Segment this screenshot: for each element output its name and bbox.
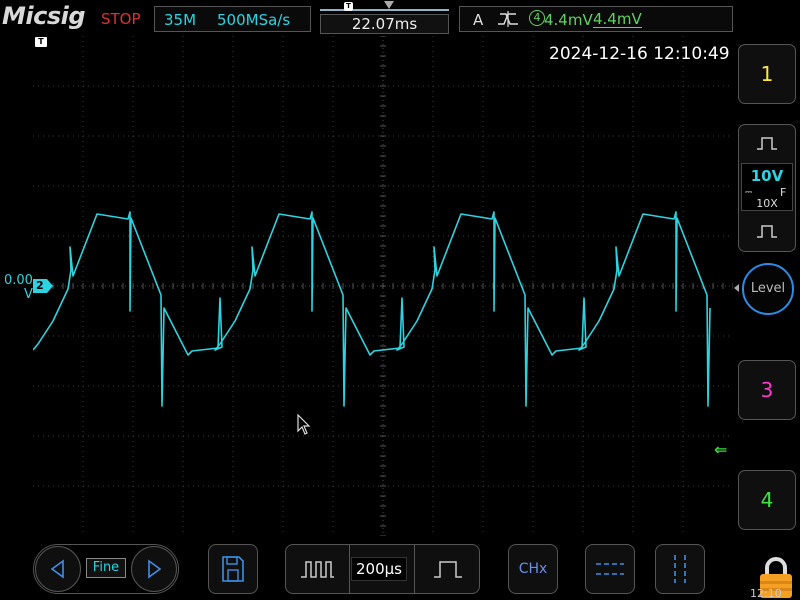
mouse-pointer-icon xyxy=(297,414,311,435)
horizontal-cursor-button[interactable] xyxy=(585,544,635,594)
waveform-trace xyxy=(33,211,711,407)
volts-down-pulse-icon[interactable] xyxy=(755,223,779,239)
trigger-source-channel: 4 xyxy=(529,10,545,26)
trigger-level-secondary: 4.4mV xyxy=(593,10,642,28)
trigger-flag-icon: T xyxy=(35,37,47,47)
channel-1-button[interactable]: 1 xyxy=(738,44,796,104)
run-stop-status[interactable]: STOP xyxy=(101,10,141,28)
timebase-readout: 200μs xyxy=(351,557,407,581)
arrow-right-icon xyxy=(148,559,162,579)
trigger-level-value: 4.4mV xyxy=(544,11,593,29)
divider xyxy=(414,545,415,593)
rising-falling-edge-icon xyxy=(498,11,518,27)
horizontal-cursor-icon xyxy=(596,563,624,575)
channel-offset-unit: V xyxy=(24,287,33,302)
channel-2-settings[interactable]: 10V ⎓ F 10X xyxy=(741,163,793,211)
channel-select-button[interactable]: CHx xyxy=(508,544,558,594)
channel-2-volts-per-div: 10V xyxy=(750,167,784,185)
channel-4-button[interactable]: 4 xyxy=(738,470,796,530)
trigger-info[interactable]: A 4 4.4mV 4.4mV xyxy=(459,6,733,32)
timebase-increase-icon[interactable] xyxy=(431,557,465,581)
sample-rate: 500MSa/s xyxy=(217,11,291,29)
divider xyxy=(349,545,350,593)
acquisition-info[interactable]: 35M 500MSa/s xyxy=(154,6,311,32)
vertical-cursor-icon xyxy=(674,555,686,583)
clock-readout: 12:10 xyxy=(750,587,782,600)
channel-2-waveform xyxy=(33,211,711,407)
previous-button[interactable] xyxy=(35,546,81,592)
trigger-level-button[interactable]: Level xyxy=(742,263,794,315)
brand-logo: Micsig xyxy=(2,2,86,30)
timestamp: 2024-12-16 12:10:49 xyxy=(549,44,730,64)
memory-depth: 35M xyxy=(164,11,197,29)
fine-toggle[interactable]: Fine xyxy=(86,558,126,578)
save-button[interactable] xyxy=(208,544,258,594)
channel-2-panel[interactable]: 10V ⎓ F 10X xyxy=(738,124,796,252)
channel-2-probe-ratio: 10X xyxy=(756,197,778,210)
trigger-point-icon: T xyxy=(344,2,353,11)
timebase-decrease-icon[interactable] xyxy=(298,557,336,581)
arrow-left-icon xyxy=(50,559,64,579)
level-pointer-icon xyxy=(734,284,739,292)
channel-3-button[interactable]: 3 xyxy=(738,360,796,420)
save-icon xyxy=(222,556,244,582)
position-marker-icon xyxy=(384,1,394,9)
next-button[interactable] xyxy=(131,546,177,592)
trigger-position-readout: 22.07ms xyxy=(320,14,449,34)
trigger-level-marker-icon[interactable]: ⇐ xyxy=(714,440,727,459)
memory-track xyxy=(320,9,449,11)
channel-offset-readout: 0.00 V xyxy=(4,274,33,302)
horizontal-position-bar[interactable]: T 22.07ms xyxy=(320,1,450,34)
vertical-cursor-button[interactable] xyxy=(655,544,705,594)
volts-up-pulse-icon[interactable] xyxy=(755,135,779,151)
trigger-mode: A xyxy=(473,11,484,29)
channel-offset-value: 0.00 xyxy=(4,273,33,288)
waveform-display[interactable]: T 2024-12-16 12:10:49 xyxy=(33,36,733,536)
